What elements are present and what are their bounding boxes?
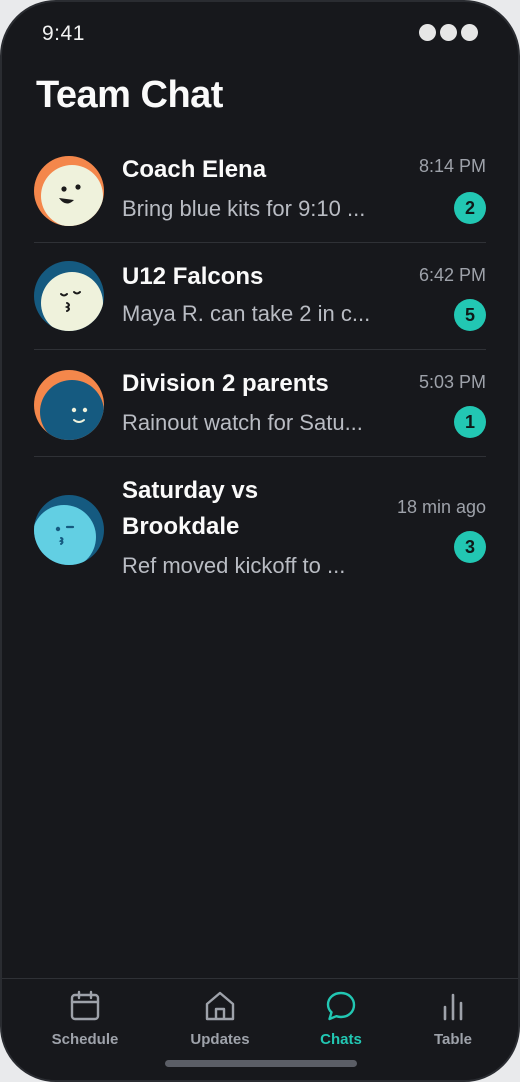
unread-badge: 5 [454,299,486,331]
tab-updates[interactable]: Updates [165,989,275,1049]
page-title: Team Chat [36,74,223,116]
chat-bubble-icon [326,991,356,1021]
chat-list: Coach Elena Bring blue kits for 9:10 ...… [34,136,486,599]
tab-chats[interactable]: Chats [286,989,396,1049]
chat-preview: Bring blue kits for 9:10 ... [122,196,366,221]
chat-preview: Maya R. can take 2 in c... [122,301,371,326]
signal-dots-icon [419,24,478,41]
chat-row-u12-falcons[interactable]: U12 Falcons Maya R. can take 2 in c... 6… [34,243,486,350]
chat-timestamp: 5:03 PM [418,372,486,392]
tab-label: Chats [320,1031,362,1048]
chat-name: Division 2 parents [122,370,329,397]
winking-face-avatar-icon [34,495,104,565]
chat-timestamp: 8:14 PM [418,156,486,176]
chat-preview: Ref moved kickoff to ... [122,553,346,578]
chat-name: U12 Falcons [122,263,264,290]
tab-table[interactable]: Table [398,989,508,1049]
tab-label: Schedule [51,1031,119,1048]
kissing-face-avatar-icon [34,261,104,331]
phone-screen: 9:41 Team Chat Coach Elena Bring blue ki… [0,0,520,1082]
home-indicator[interactable] [165,1060,357,1067]
bar-chart-icon [443,993,463,1021]
tab-label: Updates [190,1031,250,1048]
status-bar: 9:41 [2,2,518,66]
shy-face-avatar-icon [34,370,104,440]
chat-timestamp: 6:42 PM [418,265,486,285]
chat-row-division-2-parents[interactable]: Division 2 parents Rainout watch for Sat… [34,350,486,457]
unread-badge: 3 [454,531,486,563]
tab-schedule[interactable]: Schedule [30,989,140,1049]
smiling-face-avatar-icon [34,156,104,226]
chat-name: Saturday vs Brookdale [122,477,259,540]
chat-preview: Rainout watch for Satu... [122,410,363,435]
status-time: 9:41 [42,22,85,45]
chat-name: Coach Elena [122,156,267,183]
chat-row-coach-elena[interactable]: Coach Elena Bring blue kits for 9:10 ...… [34,136,486,243]
unread-badge: 1 [454,406,486,438]
calendar-icon [70,990,100,1021]
home-icon [205,991,235,1021]
unread-badge: 2 [454,192,486,224]
chat-row-saturday-vs-brookdale[interactable]: Saturday vs Brookdale Ref moved kickoff … [34,457,486,599]
tab-label: Table [433,1031,473,1048]
chat-timestamp: 18 min ago [396,497,486,517]
